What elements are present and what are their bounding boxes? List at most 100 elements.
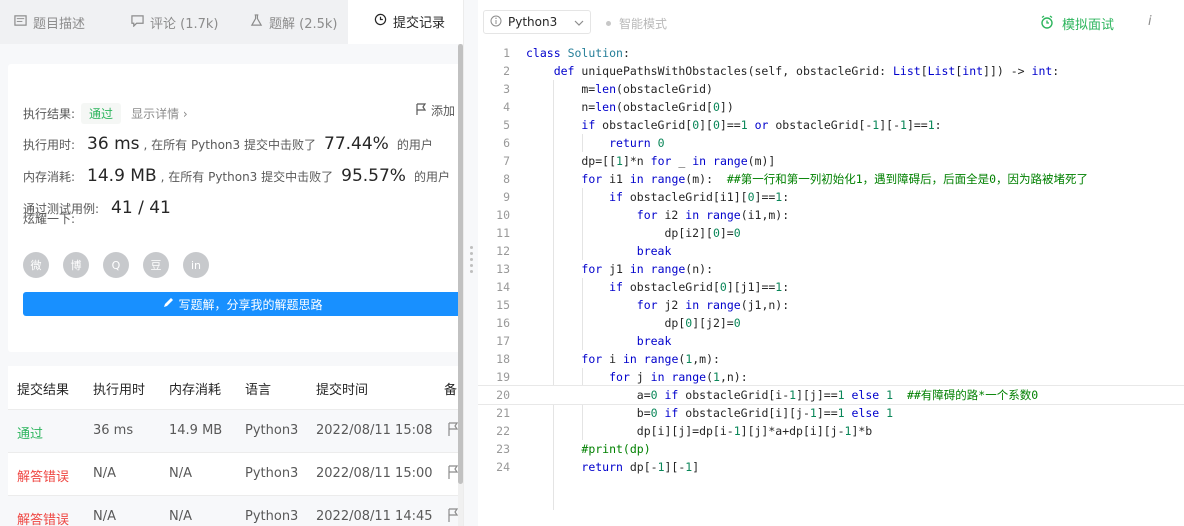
tab-submissions[interactable]: 提交记录 [348, 0, 463, 44]
header-runtime: 执行用时 [93, 383, 146, 398]
table-row[interactable]: 解答错误 N/A N/A Python3 2022/08/11 15:00 [8, 453, 463, 496]
line-number: 13 [496, 262, 510, 276]
drag-handle-icon[interactable] [470, 246, 473, 276]
linkedin-icon[interactable]: in [183, 252, 209, 278]
show-details-link[interactable]: 显示详情 › [131, 105, 188, 122]
dot-icon [606, 21, 611, 26]
submission-panel: 执行结果: 通过 显示详情 › 添加 执行用时: 36 ms , 在所有 Pyt… [0, 44, 463, 526]
table-row[interactable]: 通过 36 ms 14.9 MB Python3 2022/08/11 15:0… [8, 410, 463, 453]
flag-icon[interactable] [448, 465, 459, 483]
code-line[interactable]: 11 dp[i2][0]=0 [478, 224, 1184, 242]
row-runtime: N/A [93, 466, 116, 481]
code-line[interactable]: 17 break [478, 332, 1184, 350]
code-line[interactable]: 8 for i1 in range(m): ##第一行和第一列初始化1，遇到障碍… [478, 170, 1184, 188]
code-line[interactable]: 18 for i in range(1,m): [478, 350, 1184, 368]
mock-interview-label: 模拟面试 [1062, 18, 1115, 33]
row-status[interactable]: 解答错误 [17, 466, 69, 485]
smart-mode-toggle[interactable]: 智能模式 [606, 15, 667, 32]
header-status: 提交结果 [17, 383, 70, 398]
line-number: 15 [496, 298, 510, 312]
code-line[interactable]: 3 m=len(obstacleGrid) [478, 80, 1184, 98]
code-text: #print(dp) [581, 442, 651, 456]
code-line[interactable]: 14 if obstacleGrid[0][j1]==1: [478, 278, 1184, 296]
row-language: Python3 [245, 423, 299, 438]
header-memory: 内存消耗 [169, 383, 222, 398]
code-line[interactable]: 13 for j1 in range(n): [478, 260, 1184, 278]
row-memory: N/A [169, 509, 192, 524]
code-text: dp[i2][0]=0 [526, 226, 741, 240]
line-number: 8 [503, 172, 510, 186]
runtime-row: 执行用时: 36 ms , 在所有 Python3 提交中击败了 77.44% … [23, 134, 433, 154]
flag-icon [416, 103, 427, 118]
info-icon[interactable]: i [1148, 14, 1152, 29]
qq-icon[interactable]: Q [103, 252, 129, 278]
row-memory: 14.9 MB [169, 423, 223, 438]
status-badge: 通过 [81, 103, 122, 124]
row-status[interactable]: 解答错误 [17, 509, 69, 526]
add-note-button[interactable]: 添加 [416, 102, 455, 119]
submissions-table: 提交结果 执行用时 内存消耗 语言 提交时间 备 通过 36 ms 14.9 M… [8, 366, 463, 526]
write-solution-label: 写题解，分享我的解题思路 [178, 297, 323, 312]
code-line[interactable]: 4 n=len(obstacleGrid[0]) [478, 98, 1184, 116]
smart-mode-label: 智能模式 [619, 17, 668, 31]
code-text: for i1 in range(m): ##第一行和第一列初始化1，遇到障碍后，… [581, 172, 1089, 186]
line-number: 24 [496, 460, 510, 474]
row-runtime: 36 ms [93, 423, 134, 438]
code-line[interactable]: 22 dp[i][j]=dp[i-1][j]*a+dp[i][j-1]*b [478, 422, 1184, 440]
code-line[interactable]: 15 for j2 in range(j1,n): [478, 296, 1184, 314]
line-number: 17 [496, 334, 510, 348]
result-row: 执行结果: 通过 显示详情 › [23, 103, 188, 124]
mock-interview-button[interactable]: 模拟面试 [1040, 14, 1114, 33]
code-line[interactable]: 5 if obstacleGrid[0][0]==1 or obstacleGr… [478, 116, 1184, 134]
code-editor[interactable]: 1 class Solution: 2 def uniquePathsWithObs… [478, 44, 1184, 526]
flag-icon[interactable] [448, 422, 459, 440]
code-line[interactable]: 19 for j in range(1,n): [478, 368, 1184, 386]
line-number: 16 [496, 316, 510, 330]
code-line[interactable]: 16 dp[0][j2]=0 [478, 314, 1184, 332]
testcase-value: 41 / 41 [111, 198, 171, 218]
code-line[interactable]: 6 return 0 [478, 134, 1184, 152]
row-status[interactable]: 通过 [17, 423, 43, 442]
code-line[interactable]: 9 if obstacleGrid[i1][0]==1: [478, 188, 1184, 206]
code-line[interactable]: 7 dp=[[1]*n for _ in range(m)] [478, 152, 1184, 170]
line-number: 5 [503, 118, 510, 132]
runtime-tail: 的用户 [396, 138, 433, 152]
code-text: if obstacleGrid[i1][0]==1: [609, 190, 790, 204]
code-line[interactable]: 1 class Solution: [478, 44, 1184, 62]
table-row[interactable]: 解答错误 N/A N/A Python3 2022/08/11 14:45 [8, 496, 463, 526]
tab-label: 题解 (2.5k) [269, 16, 338, 32]
table-header: 提交结果 执行用时 内存消耗 语言 提交时间 备 [8, 366, 463, 410]
code-text: def uniquePathsWithObstacles(self, obsta… [553, 64, 1060, 78]
write-solution-button[interactable]: 写题解，分享我的解题思路 [23, 292, 463, 316]
runtime-label: 执行用时: [23, 138, 76, 152]
line-number: 2 [503, 64, 510, 78]
line-number: 21 [496, 406, 510, 420]
weibo-icon[interactable]: 博 [63, 252, 89, 278]
line-number: 4 [503, 100, 510, 114]
language-select[interactable]: Python3 [483, 10, 591, 34]
code-line[interactable]: 21 b=0 if obstacleGrid[i][j-1]==1 else 1 [478, 404, 1184, 422]
code-text: for i2 in range(i1,m): [636, 208, 790, 222]
wechat-icon[interactable]: 微 [23, 252, 49, 278]
code-line[interactable]: 12 break [478, 242, 1184, 260]
code-line[interactable]: 20 a=0 if obstacleGrid[i-1][j]==1 else 1… [478, 385, 1184, 405]
code-line[interactable]: 23 #print(dp) [478, 440, 1184, 458]
code-text: class Solution: [526, 46, 630, 60]
code-line[interactable]: 24 return dp[-1][-1] [478, 458, 1184, 476]
share-label: 炫耀一下: [23, 212, 76, 226]
code-line[interactable]: 2 def uniquePathsWithObstacles(self, obs… [478, 62, 1184, 80]
comment-icon [131, 14, 144, 31]
douban-icon[interactable]: 豆 [143, 252, 169, 278]
code-text: for j in range(1,n): [609, 370, 748, 384]
flask-icon [250, 13, 263, 31]
tab-description[interactable]: 题目描述 [14, 0, 85, 44]
line-number: 23 [496, 442, 510, 456]
runtime-percent: 77.44% [324, 134, 389, 154]
row-submitted: 2022/08/11 15:08 [316, 423, 433, 438]
code-text: a=0 if obstacleGrid[i-1][j]==1 else 1 ##… [526, 388, 1039, 402]
tab-solutions[interactable]: 题解 (2.5k) [250, 0, 337, 44]
code-line[interactable]: 10 for i2 in range(i1,m): [478, 206, 1184, 224]
flag-icon[interactable] [448, 508, 459, 526]
line-number: 6 [503, 136, 510, 150]
tab-comments[interactable]: 评论 (1.7k) [131, 0, 218, 44]
